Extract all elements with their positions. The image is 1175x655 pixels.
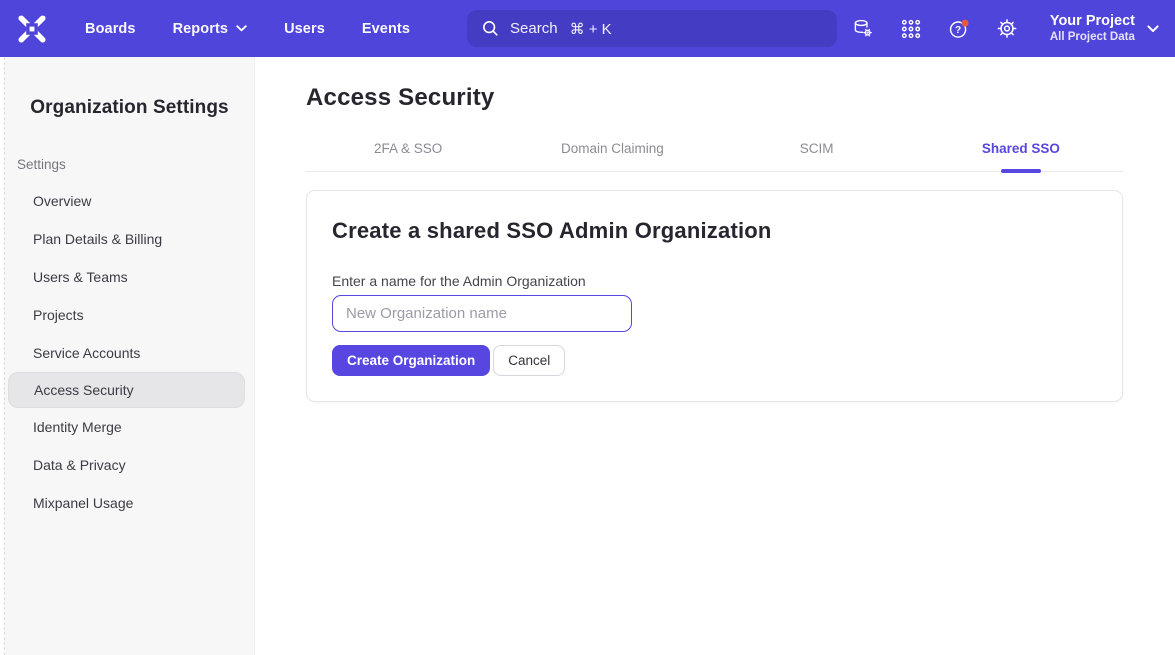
primary-nav: Boards Reports Users Events — [85, 21, 410, 37]
search-icon — [481, 19, 500, 38]
tab-label: 2FA & SSO — [374, 141, 442, 156]
sidebar-section-label: Settings — [5, 157, 254, 172]
sidebar-list: Overview Plan Details & Billing Users & … — [5, 182, 254, 522]
tab-2fa-sso[interactable]: 2FA & SSO — [306, 136, 510, 171]
top-navbar: Boards Reports Users Events Search ⌘ + K — [0, 0, 1175, 57]
nav-right-cluster: ? Your Project All Project Data — [852, 12, 1159, 45]
nav-item-label: Users — [284, 21, 325, 37]
apps-grid-icon — [900, 18, 922, 40]
create-shared-sso-card: Create a shared SSO Admin Organization E… — [306, 190, 1123, 402]
help-question-icon: ? — [948, 17, 970, 41]
global-search-input[interactable]: Search ⌘ + K — [467, 10, 837, 47]
tab-scim[interactable]: SCIM — [715, 136, 919, 171]
nav-item-label: Reports — [173, 21, 229, 37]
sidebar-item-access-security[interactable]: Access Security — [8, 372, 245, 408]
body-row: Organization Settings Settings Overview … — [0, 57, 1175, 655]
database-gear-icon — [852, 17, 874, 40]
tab-label: SCIM — [800, 141, 834, 156]
chevron-down-icon — [1147, 25, 1159, 33]
sidebar-item-plan-details-billing[interactable]: Plan Details & Billing — [5, 220, 254, 258]
search-placeholder: Search — [510, 20, 558, 37]
gear-icon — [996, 17, 1018, 40]
nav-item-users[interactable]: Users — [284, 21, 325, 37]
active-tab-underline — [1001, 169, 1041, 173]
mixpanel-app: Boards Reports Users Events Search ⌘ + K — [0, 0, 1175, 655]
card-actions: Create Organization Cancel — [332, 345, 1097, 376]
nav-item-label: Events — [362, 21, 410, 37]
data-management-button[interactable] — [852, 18, 874, 40]
org-settings-sidebar: Organization Settings Settings Overview … — [5, 57, 255, 655]
nav-item-events[interactable]: Events — [362, 21, 410, 37]
cancel-button[interactable]: Cancel — [493, 345, 565, 376]
sidebar-item-identity-merge[interactable]: Identity Merge — [5, 408, 254, 446]
nav-item-reports[interactable]: Reports — [173, 21, 248, 37]
notification-badge — [961, 19, 968, 26]
nav-item-boards[interactable]: Boards — [85, 21, 136, 37]
sidebar-item-service-accounts[interactable]: Service Accounts — [5, 334, 254, 372]
main-content: Access Security 2FA & SSO Domain Claimin… — [255, 57, 1175, 655]
sidebar-item-data-privacy[interactable]: Data & Privacy — [5, 446, 254, 484]
project-selector[interactable]: Your Project All Project Data — [1050, 12, 1159, 45]
access-security-tabs: 2FA & SSO Domain Claiming SCIM Shared SS… — [306, 136, 1123, 172]
sidebar-item-projects[interactable]: Projects — [5, 296, 254, 334]
project-subtitle: All Project Data — [1050, 30, 1135, 44]
organization-name-input[interactable] — [332, 295, 632, 332]
nav-item-label: Boards — [85, 21, 136, 37]
chevron-down-icon — [236, 25, 247, 32]
settings-button[interactable] — [996, 18, 1018, 40]
card-title: Create a shared SSO Admin Organization — [332, 218, 1097, 244]
project-text: Your Project All Project Data — [1050, 12, 1135, 45]
organization-name-label: Enter a name for the Admin Organization — [332, 273, 1097, 289]
create-organization-button[interactable]: Create Organization — [332, 345, 490, 376]
tab-shared-sso[interactable]: Shared SSO — [919, 136, 1123, 171]
project-title: Your Project — [1050, 12, 1135, 30]
apps-grid-button[interactable] — [900, 18, 922, 40]
svg-text:?: ? — [955, 25, 961, 36]
sidebar-item-mixpanel-usage[interactable]: Mixpanel Usage — [5, 484, 254, 522]
tab-label: Shared SSO — [982, 141, 1060, 156]
page-title: Access Security — [306, 84, 1175, 112]
mixpanel-logo[interactable] — [17, 14, 47, 44]
sidebar-title: Organization Settings — [5, 97, 254, 119]
sidebar-item-overview[interactable]: Overview — [5, 182, 254, 220]
sidebar-item-users-teams[interactable]: Users & Teams — [5, 258, 254, 296]
tab-domain-claiming[interactable]: Domain Claiming — [510, 136, 714, 171]
tab-label: Domain Claiming — [561, 141, 664, 156]
search-shortcut: ⌘ + K — [570, 20, 612, 38]
help-button[interactable]: ? — [948, 18, 970, 40]
